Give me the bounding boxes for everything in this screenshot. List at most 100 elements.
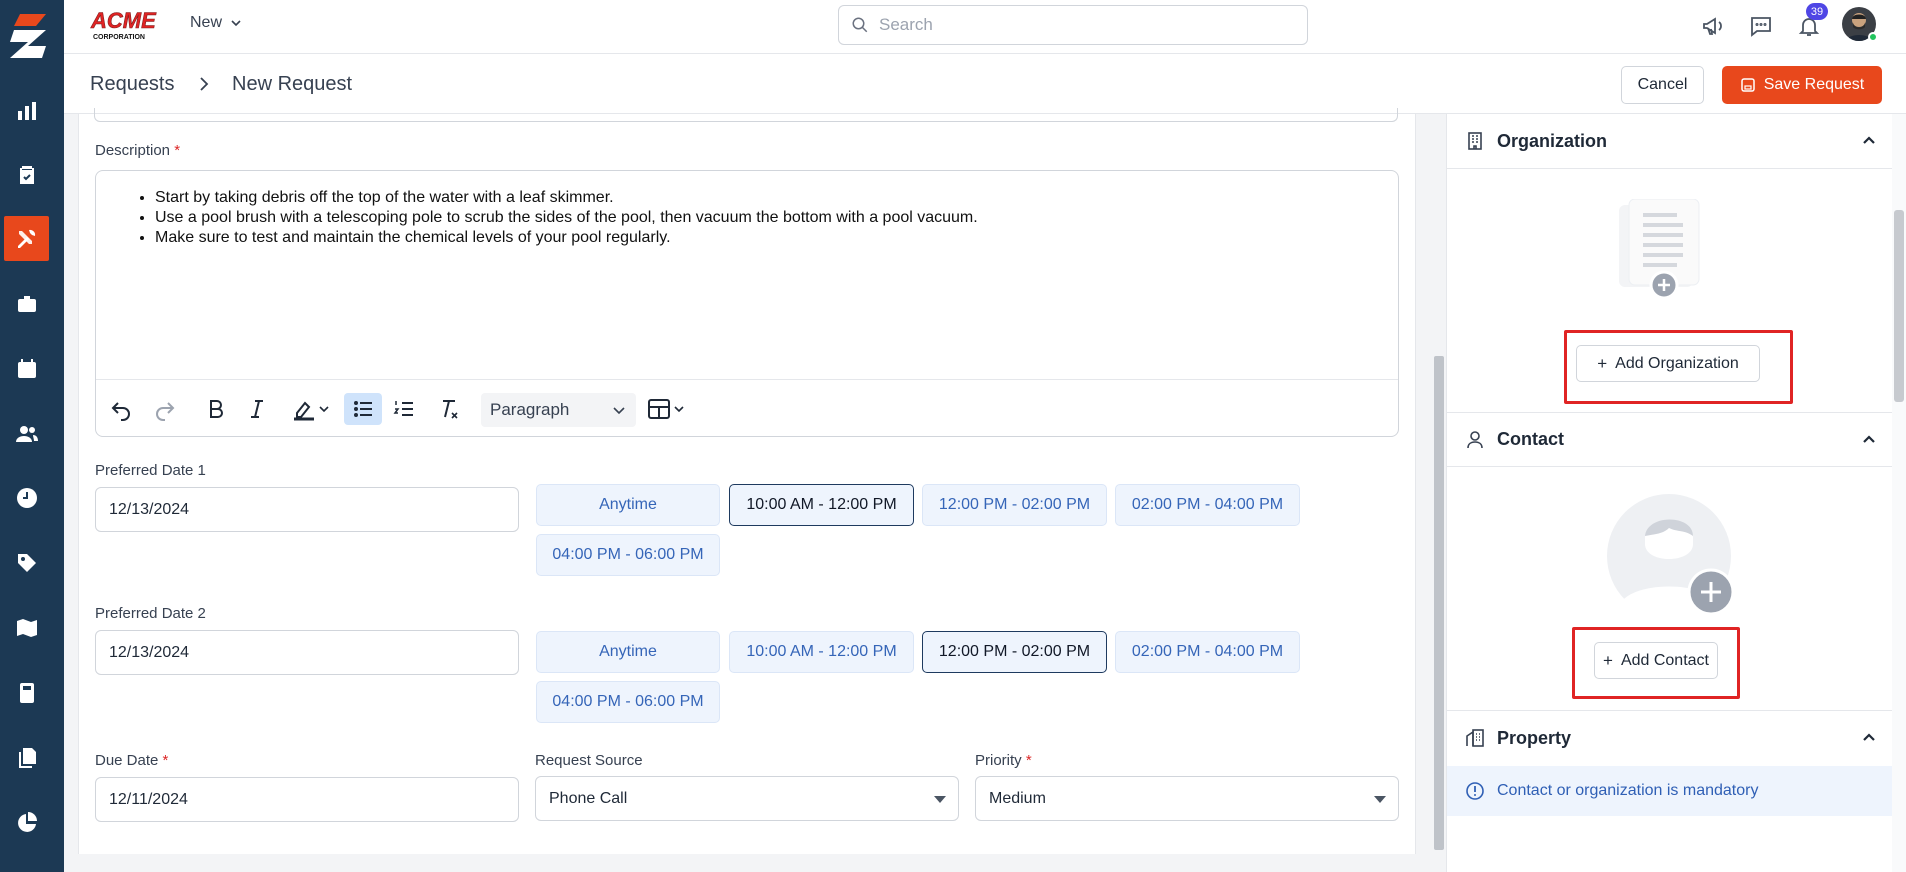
due-date-input[interactable]: 12/11/2024 <box>95 777 519 822</box>
organization-title: Organization <box>1497 130 1608 151</box>
reports-icon[interactable] <box>4 88 49 133</box>
documents-icon[interactable] <box>4 735 49 780</box>
table-icon[interactable] <box>643 393 691 425</box>
calculator-icon[interactable] <box>4 670 49 715</box>
preferred-date-2-input[interactable]: 12/13/2024 <box>95 630 519 675</box>
search-box[interactable] <box>838 5 1308 45</box>
contact-section-header[interactable]: Contact <box>1447 412 1893 467</box>
search-input[interactable] <box>879 15 1279 35</box>
pd2-slot-10am-12pm[interactable]: 10:00 AM - 12:00 PM <box>729 631 914 673</box>
preferred-date-1-label: Preferred Date 1 <box>95 462 206 479</box>
pd2-slot-anytime[interactable]: Anytime <box>536 631 720 673</box>
brand-sub: CORPORATION <box>93 34 145 41</box>
bullet-list-icon[interactable] <box>344 393 382 425</box>
pd1-slot-2pm-4pm[interactable]: 02:00 PM - 04:00 PM <box>1115 484 1300 526</box>
description-item: Make sure to test and maintain the chemi… <box>155 228 978 248</box>
undo-icon[interactable] <box>106 393 136 425</box>
numbered-list-icon[interactable] <box>389 393 419 425</box>
description-list[interactable]: Start by taking debris off the top of th… <box>155 188 978 248</box>
chat-icon[interactable] <box>1747 12 1775 40</box>
property-section-header[interactable]: Property <box>1447 710 1893 765</box>
tools-icon[interactable] <box>4 216 49 261</box>
chevron-up-icon[interactable] <box>1861 432 1877 448</box>
description-item: Use a pool brush with a telescoping pole… <box>155 208 978 228</box>
right-panel: Organization + Add Organization Contact … <box>1446 114 1893 872</box>
plus-icon: + <box>1597 353 1608 373</box>
clock-icon[interactable] <box>4 475 49 520</box>
mandatory-info-banner: Contact or organization is mandatory <box>1447 766 1893 816</box>
breadcrumb-requests[interactable]: Requests <box>90 73 175 96</box>
add-contact-button[interactable]: + Add Contact <box>1594 642 1718 679</box>
due-date-label: Due Date * <box>95 752 169 769</box>
new-label: New <box>190 14 223 31</box>
right-panel-scrollbar-thumb[interactable] <box>1894 210 1904 402</box>
pd1-slot-10am-12pm[interactable]: 10:00 AM - 12:00 PM <box>729 484 914 526</box>
add-organization-label: Add Organization <box>1615 354 1739 372</box>
redo-icon[interactable] <box>150 393 180 425</box>
briefcase-icon[interactable] <box>4 281 49 326</box>
app-logo-icon[interactable] <box>6 12 50 62</box>
save-request-button[interactable]: Save Request <box>1722 66 1882 104</box>
chevron-up-icon[interactable] <box>1861 730 1877 746</box>
property-building-icon <box>1465 728 1485 748</box>
add-organization-button[interactable]: + Add Organization <box>1576 345 1760 382</box>
tag-icon[interactable] <box>4 540 49 585</box>
caret-down-icon <box>1374 796 1386 803</box>
priority-select[interactable]: Medium <box>975 776 1399 821</box>
preferred-date-2-label: Preferred Date 2 <box>95 605 206 622</box>
checklist-icon[interactable] <box>4 152 49 197</box>
brand-logo[interactable]: ACME CORPORATION <box>90 7 166 41</box>
pd2-slot-12pm-2pm[interactable]: 12:00 PM - 02:00 PM <box>922 631 1107 673</box>
contact-illustration <box>1607 494 1735 624</box>
highlight-color-icon[interactable] <box>286 393 336 425</box>
preferred-date-1-input[interactable]: 12/13/2024 <box>95 487 519 532</box>
plus-icon: + <box>1603 650 1613 670</box>
priority-value: Medium <box>989 789 1046 807</box>
users-icon[interactable] <box>4 411 49 456</box>
request-source-select[interactable]: Phone Call <box>535 776 959 821</box>
description-editor[interactable]: Start by taking debris off the top of th… <box>95 170 1399 437</box>
contact-title: Contact <box>1497 429 1564 449</box>
pd1-slot-4pm-6pm[interactable]: 04:00 PM - 06:00 PM <box>536 534 720 576</box>
chevron-down-icon <box>613 407 625 415</box>
sidebar <box>0 0 64 872</box>
calendar-icon[interactable] <box>4 346 49 391</box>
bold-icon[interactable] <box>201 393 231 425</box>
save-icon <box>1740 78 1755 92</box>
chevron-right-icon <box>200 77 209 91</box>
property-title: Property <box>1497 727 1572 748</box>
organization-section-header[interactable]: Organization <box>1447 114 1893 169</box>
organization-illustration <box>1619 199 1700 300</box>
paragraph-style-select[interactable]: Paragraph <box>481 393 636 427</box>
megaphone-icon[interactable] <box>1699 12 1727 40</box>
editor-toolbar: Paragraph <box>96 379 1398 436</box>
clear-format-icon[interactable] <box>434 393 464 425</box>
pd2-slot-4pm-6pm[interactable]: 04:00 PM - 06:00 PM <box>536 681 720 723</box>
building-icon <box>1465 131 1485 151</box>
breadcrumb-new-request: New Request <box>232 73 353 95</box>
pie-chart-icon[interactable] <box>4 800 49 845</box>
online-status-dot <box>1868 32 1878 42</box>
paragraph-style-value: Paragraph <box>490 400 570 419</box>
cancel-button[interactable]: Cancel <box>1621 66 1704 104</box>
description-label: Description * <box>95 142 181 159</box>
map-icon[interactable] <box>4 605 49 650</box>
priority-label: Priority * <box>975 752 1032 769</box>
request-source-label: Request Source <box>535 752 643 769</box>
new-dropdown-button[interactable]: New <box>190 14 242 32</box>
chevron-up-icon[interactable] <box>1861 133 1877 149</box>
add-contact-label: Add Contact <box>1620 651 1709 669</box>
pd1-slot-anytime[interactable]: Anytime <box>536 484 720 526</box>
request-source-value: Phone Call <box>549 789 628 807</box>
person-icon <box>1465 430 1485 450</box>
italic-icon[interactable] <box>242 393 272 425</box>
top-bar: ACME CORPORATION New 39 <box>64 0 1906 54</box>
brand-name: ACME <box>90 8 157 33</box>
save-request-label: Save Request <box>1763 76 1865 93</box>
form-scrollbar-thumb[interactable] <box>1434 356 1444 850</box>
pd1-slot-12pm-2pm[interactable]: 12:00 PM - 02:00 PM <box>922 484 1107 526</box>
pd2-slot-2pm-4pm[interactable]: 02:00 PM - 04:00 PM <box>1115 631 1300 673</box>
previous-field-edge <box>94 108 1398 122</box>
description-item: Start by taking debris off the top of th… <box>155 188 978 208</box>
notification-count-badge: 39 <box>1806 3 1828 20</box>
